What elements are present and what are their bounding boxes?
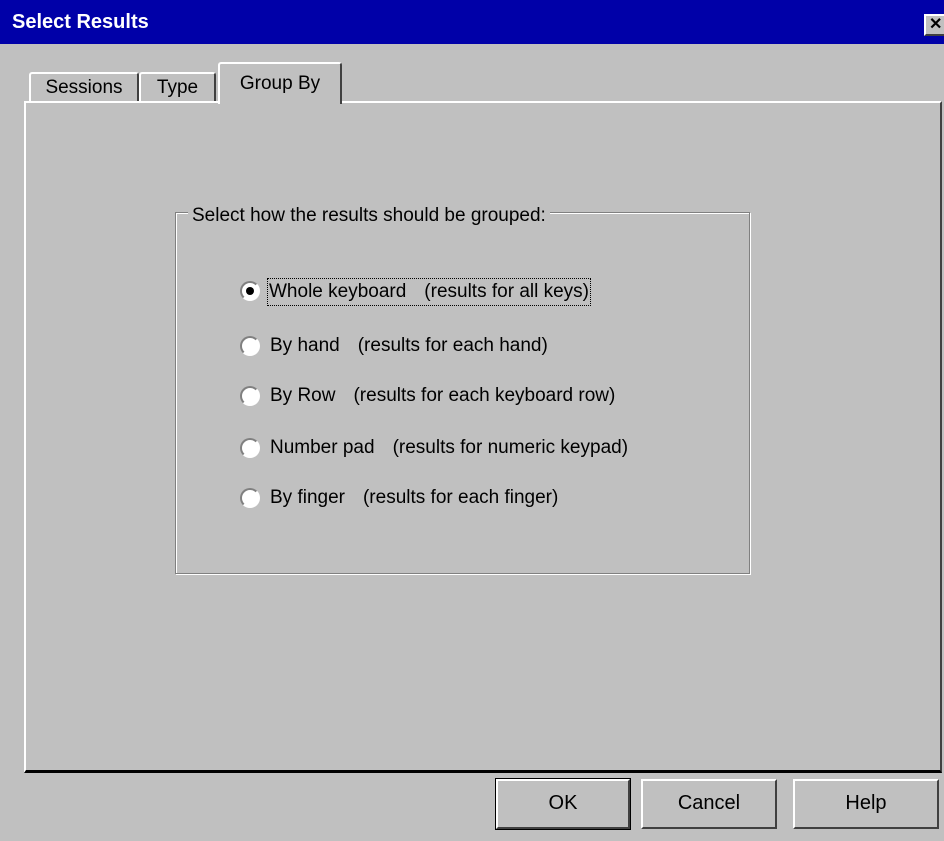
- tab-type[interactable]: Type: [139, 72, 216, 102]
- tab-sessions[interactable]: Sessions: [29, 72, 139, 102]
- radio-button-icon[interactable]: [240, 281, 260, 301]
- option-name: Number pad: [270, 437, 375, 458]
- option-description: (results for each finger): [362, 487, 559, 508]
- radio-label[interactable]: Whole keyboard (results for all keys): [267, 278, 591, 306]
- option-name: By finger: [270, 487, 345, 508]
- radio-button-icon[interactable]: [240, 488, 260, 508]
- help-button[interactable]: Help: [793, 779, 939, 829]
- option-description: (results for each hand): [357, 335, 548, 356]
- radio-label[interactable]: Number pad (results for numeric keypad): [270, 436, 628, 460]
- option-name: By Row: [270, 385, 336, 406]
- radio-label[interactable]: By hand (results for each hand): [270, 334, 548, 358]
- option-description: (results for all keys): [424, 281, 589, 302]
- cancel-button[interactable]: Cancel: [641, 779, 777, 829]
- radio-label[interactable]: By Row (results for each keyboard row): [270, 384, 615, 408]
- tab-group-by[interactable]: Group By: [218, 62, 342, 104]
- ok-button[interactable]: OK: [495, 778, 631, 830]
- option-name: Whole keyboard: [269, 281, 407, 302]
- dialog-window: Select Results ✕ Sessions Type Group By …: [0, 0, 944, 841]
- radio-label[interactable]: By finger (results for each finger): [270, 486, 558, 510]
- window-title: Select Results: [12, 11, 149, 33]
- radio-button-icon[interactable]: [240, 438, 260, 458]
- option-description: (results for numeric keypad): [392, 437, 629, 458]
- option-description: (results for each keyboard row): [353, 385, 616, 406]
- group-box-legend: Select how the results should be grouped…: [188, 204, 550, 228]
- radio-button-icon[interactable]: [240, 336, 260, 356]
- title-bar[interactable]: Select Results ✕: [0, 0, 944, 44]
- radio-selected-dot: [246, 287, 254, 295]
- option-name: By hand: [270, 335, 340, 356]
- close-icon[interactable]: ✕: [924, 14, 944, 36]
- radio-button-icon[interactable]: [240, 386, 260, 406]
